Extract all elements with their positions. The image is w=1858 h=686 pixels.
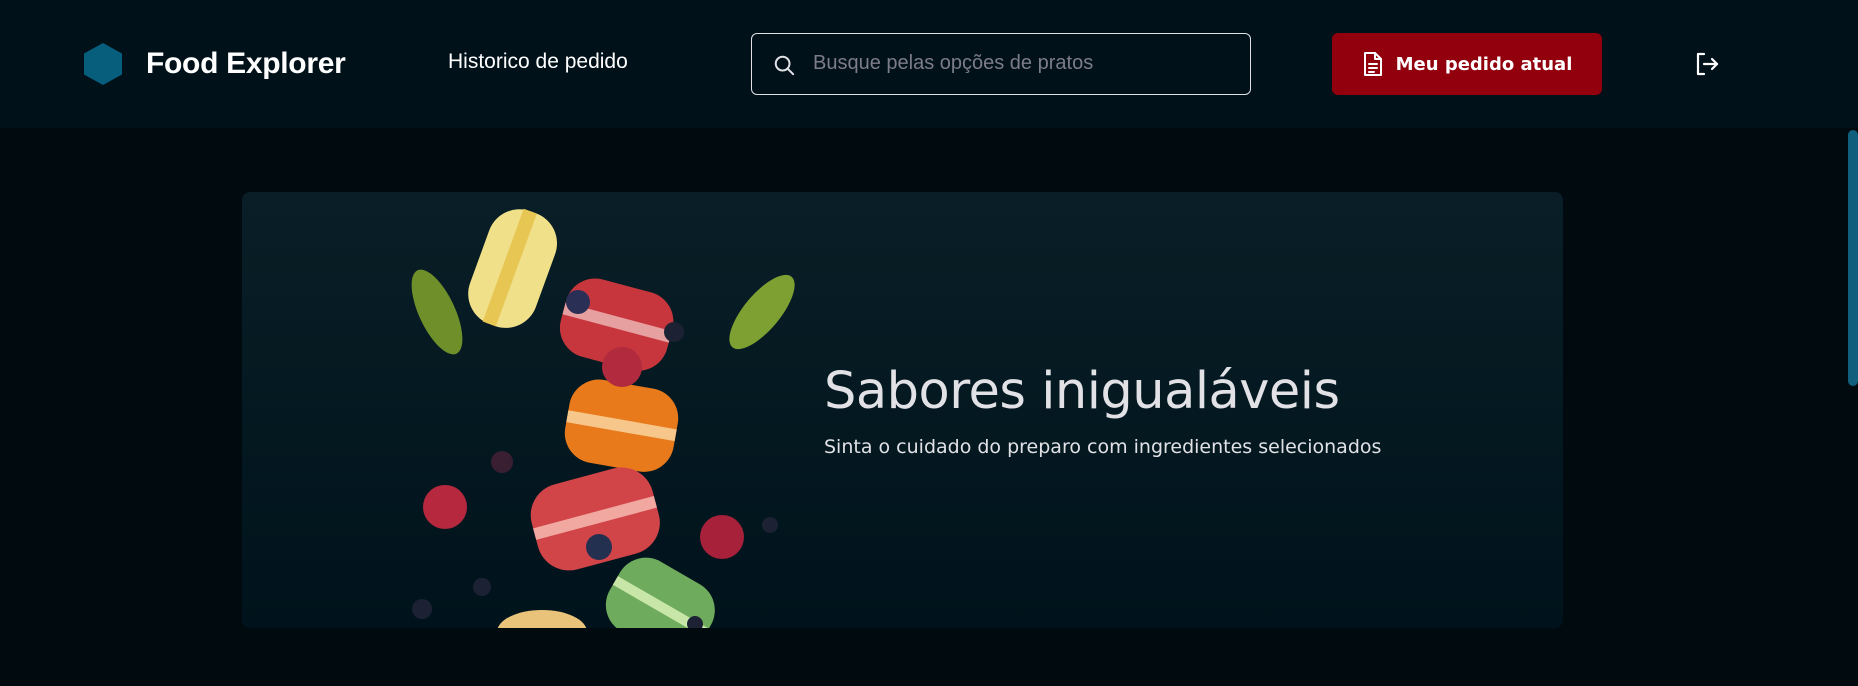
search-box[interactable] [751,33,1251,95]
brand-logo[interactable]: Food Explorer [84,43,346,85]
current-order-button[interactable]: Meu pedido atual [1332,33,1602,95]
banner-title: Sabores inigualáveis [824,362,1340,421]
search-input[interactable] [813,34,1233,93]
banner-subtitle: Sinta o cuidado do preparo com ingredien… [824,436,1382,458]
scrollbar-thumb[interactable] [1848,130,1858,386]
sign-out-icon[interactable] [1693,50,1721,78]
order-history-link[interactable]: Historico de pedido [448,50,628,74]
search-icon [774,55,795,76]
macarons-illustration [411,208,795,628]
hero-banner: Sabores inigualáveis Sinta o cuidado do … [242,192,1563,628]
top-header: Food Explorer Historico de pedido Meu pe… [0,0,1858,128]
current-order-label: Meu pedido atual [1395,53,1573,75]
document-icon [1363,52,1382,76]
hexagon-logo-icon [84,43,122,85]
app-name: Food Explorer [146,47,346,80]
